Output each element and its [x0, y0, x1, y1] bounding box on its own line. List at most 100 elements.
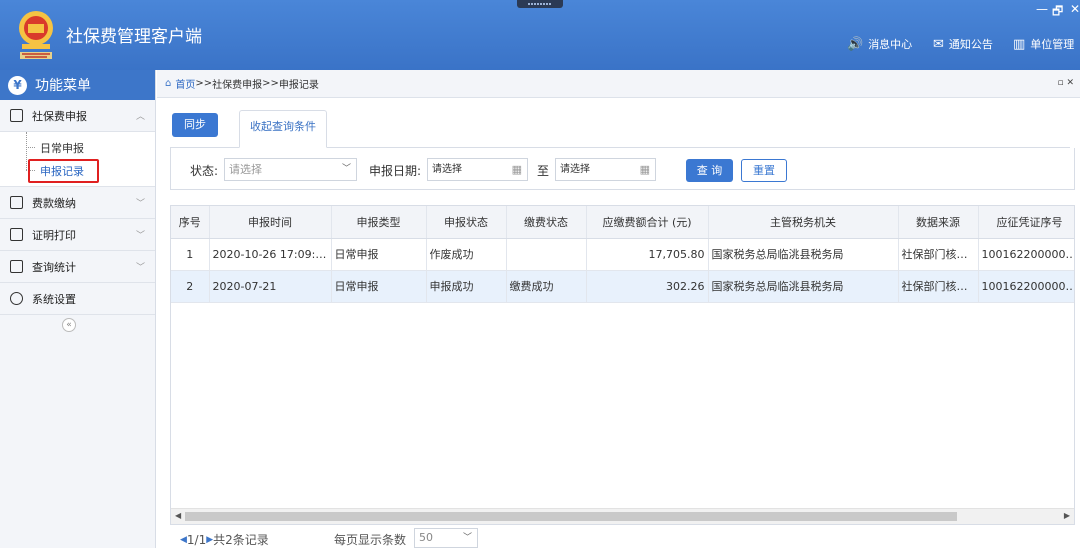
column-header[interactable]: 主管税务机关	[708, 206, 899, 239]
prev-page-icon[interactable]: ◀	[180, 535, 187, 545]
pagination: ◀ 1/1 ▶ 共2条记录	[180, 531, 269, 548]
date-from-input[interactable]: 请选择 ▦	[427, 158, 528, 181]
table-row[interactable]: 2 2020-07-21 日常申报 申报成功 缴费成功 302.26 国家税务总…	[171, 270, 1074, 303]
chevron-down-icon: ﹀	[135, 199, 145, 209]
tab-collapse-query[interactable]: 收起查询条件	[239, 110, 327, 148]
calendar-icon: ▦	[639, 163, 650, 176]
sidebar-item-label: 证明打印	[32, 228, 76, 242]
chevron-down-icon: ﹀	[341, 164, 351, 174]
yen-icon: ¥	[8, 75, 27, 95]
home-icon: ⌂	[165, 78, 172, 89]
page-size-label: 每页显示条数	[334, 533, 407, 547]
app-title: 社保费管理客户端	[66, 27, 202, 47]
date-to-input[interactable]: 请选择 ▦	[555, 158, 656, 181]
restore-button[interactable]: 🗗	[1052, 2, 1063, 23]
column-header[interactable]: 应征凭证序号	[978, 206, 1074, 239]
filter-panel: 状态: 请选择 ﹀ 申报日期: 请选择 ▦ 至 请选择 ▦ 查 询 重置	[170, 148, 1075, 190]
table-cell: 国家税务总局临洮县税务局	[708, 270, 899, 303]
table-cell: 1	[171, 238, 210, 271]
chevron-down-icon: ﹀	[135, 263, 145, 273]
building-icon: ▥	[1013, 36, 1026, 52]
sidebar-title: 功能菜单	[35, 78, 91, 94]
highlight-box	[28, 159, 99, 183]
bar-chart-icon	[10, 260, 23, 273]
sidebar-item-label: 社保费申报	[32, 109, 87, 123]
status-select[interactable]: 请选择 ﹀	[224, 158, 357, 181]
close-button[interactable]: ✕	[1070, 2, 1080, 16]
notice-link[interactable]: ✉ 通知公告	[933, 36, 993, 52]
table-cell: 社保部门核定...	[898, 238, 979, 271]
breadcrumb-level1: 社保费申报	[212, 80, 263, 91]
to-label: 至	[537, 164, 550, 178]
table-cell: 作废成功	[426, 238, 507, 271]
table-cell: 1001622000000...	[978, 270, 1074, 303]
book-icon	[10, 196, 23, 209]
column-header[interactable]: 申报时间	[209, 206, 332, 239]
table-cell: 日常申报	[331, 270, 427, 303]
table-cell	[506, 238, 587, 271]
table-header-row: 序号 申报时间 申报类型 申报状态 缴费状态 应缴费额合计 (元) 主管税务机关…	[171, 206, 1074, 239]
reset-button[interactable]: 重置	[741, 159, 787, 182]
panel-controls[interactable]: ▫ ✕	[1057, 78, 1074, 88]
sidebar-item-query-statistics[interactable]: 查询统计 ﹀	[0, 251, 155, 283]
table-cell: 申报成功	[426, 270, 507, 303]
sidebar-item-certificate-print[interactable]: 证明打印 ﹀	[0, 219, 155, 251]
status-label: 状态:	[190, 164, 219, 178]
unit-management-label: 单位管理	[1030, 38, 1075, 51]
scrollbar-thumb[interactable]	[185, 512, 957, 521]
unit-management-link[interactable]: ▥ 单位管理	[1013, 36, 1074, 52]
column-header[interactable]: 数据来源	[898, 206, 979, 239]
next-page-icon[interactable]: ▶	[206, 535, 213, 545]
column-header[interactable]: 申报状态	[426, 206, 507, 239]
table-cell: 2	[171, 270, 210, 303]
column-header[interactable]: 申报类型	[331, 206, 427, 239]
table-cell: 1001622000001...	[978, 238, 1074, 271]
chevron-up-icon: ︿	[135, 112, 145, 122]
sidebar-header: ¥ 功能菜单	[0, 70, 155, 100]
breadcrumb-home[interactable]: 首页	[175, 76, 195, 91]
table-cell: 社保部门核定...	[898, 270, 979, 303]
sidebar-item-label: 查询统计	[32, 260, 76, 274]
sync-button[interactable]: 同步	[172, 113, 218, 137]
table-cell: 2020-07-21	[209, 270, 332, 303]
gear-icon	[10, 292, 23, 305]
sidebar-item-label: 系统设置	[32, 292, 76, 306]
sidebar-item-social-security-declaration[interactable]: 社保费申报 ︿	[0, 100, 155, 132]
sidebar-item-system-settings[interactable]: 系统设置	[0, 283, 155, 315]
mail-icon: ✉	[933, 36, 944, 52]
table-cell: 302.26	[586, 270, 709, 303]
table-cell: 国家税务总局临洮县税务局	[708, 238, 899, 271]
records-table: 序号 申报时间 申报类型 申报状态 缴费状态 应缴费额合计 (元) 主管税务机关…	[170, 205, 1075, 525]
sidebar-collapse-button[interactable]: «	[62, 318, 76, 332]
message-center-link[interactable]: 🔊 消息中心	[847, 36, 912, 52]
breadcrumb-separator: >>	[195, 78, 213, 89]
scroll-right-icon[interactable]: ▶	[1064, 511, 1070, 520]
app-header: 社保费管理客户端 — 🗗 ✕ 🔊 消息中心 ✉ 通知公告 ▥ 单位管理	[0, 0, 1080, 70]
table-cell: 日常申报	[331, 238, 427, 271]
table-row[interactable]: 1 2020-10-26 17:09:23 日常申报 作废成功 17,705.8…	[171, 238, 1074, 271]
sidebar: ¥ 功能菜单 社保费申报 ︿ 日常申报 申报记录 费款缴纳 ﹀ 证明打印 ﹀ 查…	[0, 70, 156, 548]
document-icon	[10, 109, 23, 122]
scroll-left-icon[interactable]: ◀	[175, 511, 181, 520]
table-cell: 2020-10-26 17:09:23	[209, 238, 332, 271]
sidebar-subitem-daily-declaration[interactable]: 日常申报	[0, 136, 155, 159]
sidebar-item-fee-payment[interactable]: 费款缴纳 ﹀	[0, 187, 155, 219]
message-center-label: 消息中心	[868, 38, 913, 51]
column-header[interactable]: 序号	[171, 206, 210, 239]
table-cell: 17,705.80	[586, 238, 709, 271]
date-label: 申报日期:	[369, 164, 422, 178]
column-header[interactable]: 缴费状态	[506, 206, 587, 239]
minimize-button[interactable]: —	[1036, 2, 1048, 16]
column-header[interactable]: 应缴费额合计 (元)	[586, 206, 709, 239]
total-records: 共2条记录	[213, 533, 269, 547]
notice-label: 通知公告	[948, 38, 993, 51]
page-size-select[interactable]: 50 ﹀	[414, 528, 478, 548]
tab-bar: 同步 收起查询条件	[170, 110, 1070, 148]
breadcrumb-separator: >>	[262, 78, 279, 89]
list-icon	[10, 228, 23, 241]
breadcrumb-level2: 申报记录	[278, 80, 319, 91]
horizontal-scrollbar[interactable]: ◀ ▶	[171, 508, 1074, 524]
query-button[interactable]: 查 询	[686, 159, 733, 182]
window-grip[interactable]	[517, 0, 563, 8]
breadcrumb: ⌂ 首页 >> 社保费申报 >> 申报记录 ▫ ✕	[157, 70, 1080, 98]
